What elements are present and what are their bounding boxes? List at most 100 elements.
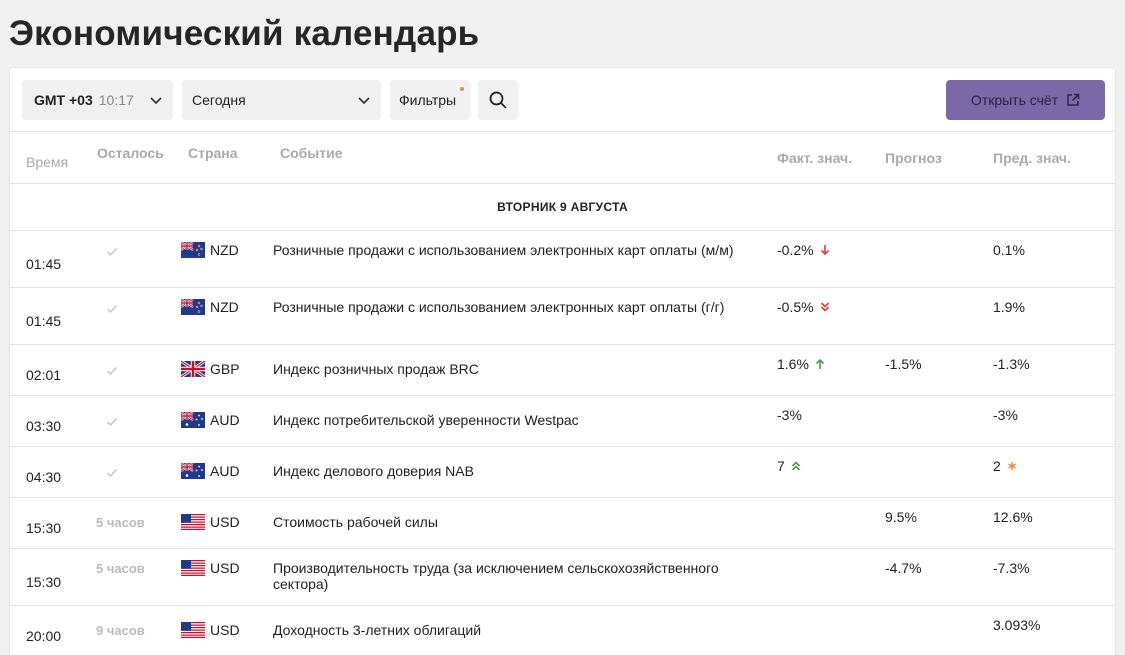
col-left[interactable]: Осталось — [97, 145, 164, 161]
day-select[interactable]: Сегодня — [182, 80, 381, 120]
actual-value: -0.2% — [777, 242, 830, 258]
previous-value: -1.3% — [993, 356, 1030, 372]
previous-value-text: -3% — [993, 407, 1018, 423]
check-icon — [106, 466, 118, 478]
open-account-button[interactable]: Открыть счёт — [946, 80, 1105, 120]
table-header: Время Осталось Страна Событие Факт. знач… — [10, 132, 1115, 184]
previous-value-text: -7.3% — [993, 560, 1030, 576]
toolbar: GMT +03 10:17 Сегодня Фильтры Открыть сч… — [10, 68, 1115, 132]
country-cell: USD — [181, 514, 240, 530]
forecast-value: -1.5% — [885, 356, 922, 372]
country-cell: NZD — [181, 242, 239, 258]
open-account-label: Открыть счёт — [970, 92, 1059, 108]
current-time: 10:17 — [98, 92, 134, 108]
day-label: Сегодня — [192, 92, 246, 108]
event-time: 15:30 — [26, 574, 62, 590]
us-flag-icon — [181, 560, 205, 576]
country-cell: GBP — [181, 361, 240, 377]
actual-value: -0.5% — [777, 299, 830, 315]
event-name[interactable]: Индекс потребительской уверенности Westp… — [273, 412, 753, 428]
event-time: 01:45 — [26, 256, 62, 272]
double-chevron-up-icon — [791, 460, 801, 472]
external-link-icon — [1067, 93, 1080, 106]
event-time: 02:01 — [26, 367, 62, 383]
country-cell: AUD — [181, 412, 240, 428]
event-time: 20:00 — [26, 628, 62, 644]
actual-value-text: -3% — [777, 407, 802, 423]
event-name[interactable]: Розничные продажи с использованием элект… — [273, 299, 753, 315]
actual-value: 1.6% — [777, 356, 825, 372]
col-time[interactable]: Время — [26, 154, 68, 170]
event-name[interactable]: Стоимость рабочей силы — [273, 514, 753, 530]
double-chevron-down-icon — [820, 301, 830, 313]
arrow-down-icon — [820, 244, 830, 256]
check-icon — [106, 302, 118, 314]
col-actual[interactable]: Факт. знач. — [777, 150, 852, 166]
timezone-select[interactable]: GMT +03 10:17 — [22, 80, 173, 120]
event-name[interactable]: Розничные продажи с использованием элект… — [273, 242, 753, 258]
table-row[interactable]: 01:45 NZD Розничные продажи с использовани… — [10, 231, 1115, 288]
currency-code: NZD — [210, 299, 239, 315]
table-row[interactable]: 02:01 GBP Индекс розничных продаж BRC 1.6% -… — [10, 345, 1115, 396]
us-flag-icon — [181, 622, 205, 638]
table-row[interactable]: 03:30 AUD Индекс потребительской увереннос… — [10, 396, 1115, 447]
time-left: 5 часов — [96, 561, 145, 576]
col-forecast[interactable]: Прогноз — [885, 150, 942, 166]
currency-code: AUD — [210, 463, 240, 479]
forecast-value: 9.5% — [885, 509, 917, 525]
previous-value-text: 2 — [993, 458, 1001, 474]
col-previous[interactable]: Пред. знач. — [993, 150, 1071, 166]
table-row[interactable]: 15:30 5 часов USD Стоимость рабочей силы 9.5… — [10, 498, 1115, 549]
search-icon — [489, 91, 507, 109]
currency-code: AUD — [210, 412, 240, 428]
previous-value: -3% — [993, 407, 1018, 423]
table-row[interactable]: 20:00 9 часов USD Доходность 3-летних облиг… — [10, 606, 1115, 655]
currency-code: USD — [210, 514, 240, 530]
previous-value: 2 — [993, 458, 1017, 474]
forecast-value: -4.7% — [885, 560, 922, 576]
previous-value: 0.1% — [993, 242, 1025, 258]
previous-value-text: 1.9% — [993, 299, 1025, 315]
actual-value-text: 7 — [777, 458, 785, 474]
actual-value-text: -0.5% — [777, 299, 814, 315]
actual-value: -3% — [777, 407, 802, 423]
arrow-up-icon — [815, 358, 825, 370]
table-row[interactable]: 01:45 NZD Розничные продажи с использовани… — [10, 288, 1115, 345]
page-title: Экономический календарь — [9, 14, 480, 53]
previous-value-text: 3.093% — [993, 617, 1041, 633]
time-left: 5 часов — [96, 515, 145, 530]
search-button[interactable] — [478, 80, 518, 120]
col-event[interactable]: Событие — [280, 145, 343, 161]
previous-value: -7.3% — [993, 560, 1030, 576]
filters-label: Фильтры — [399, 92, 457, 108]
event-name[interactable]: Индекс розничных продаж BRC — [273, 361, 753, 377]
event-name[interactable]: Индекс делового доверия NAB — [273, 463, 753, 479]
asterisk-icon — [1007, 461, 1017, 471]
check-icon — [106, 245, 118, 257]
currency-code: GBP — [210, 361, 240, 377]
event-name[interactable]: Производительность труда (за исключением… — [273, 560, 753, 592]
us-flag-icon — [181, 514, 205, 530]
country-cell: NZD — [181, 299, 239, 315]
previous-value-text: 0.1% — [993, 242, 1025, 258]
au-flag-icon — [181, 412, 205, 428]
event-time: 01:45 — [26, 313, 62, 329]
table-row[interactable]: 15:30 5 часов USD Производительность труда … — [10, 549, 1115, 606]
au-flag-icon — [181, 463, 205, 479]
table-row[interactable]: 04:30 AUD Индекс делового доверия NAB 7 2 — [10, 447, 1115, 498]
event-name[interactable]: Доходность 3-летних облигаций — [273, 622, 753, 638]
currency-code: NZD — [210, 242, 239, 258]
previous-value: 3.093% — [993, 617, 1040, 633]
previous-value-text: 12.6% — [993, 509, 1033, 525]
calendar-card: GMT +03 10:17 Сегодня Фильтры Открыть сч… — [9, 67, 1116, 655]
check-icon — [106, 364, 118, 376]
currency-code: USD — [210, 622, 240, 638]
event-time: 04:30 — [26, 469, 62, 485]
check-icon — [106, 415, 118, 427]
chevron-down-icon — [358, 97, 370, 105]
col-country[interactable]: Страна — [188, 145, 238, 161]
currency-code: USD — [210, 560, 240, 576]
previous-value: 1.9% — [993, 299, 1025, 315]
nz-flag-icon — [181, 242, 205, 258]
filters-button[interactable]: Фильтры — [390, 80, 470, 120]
